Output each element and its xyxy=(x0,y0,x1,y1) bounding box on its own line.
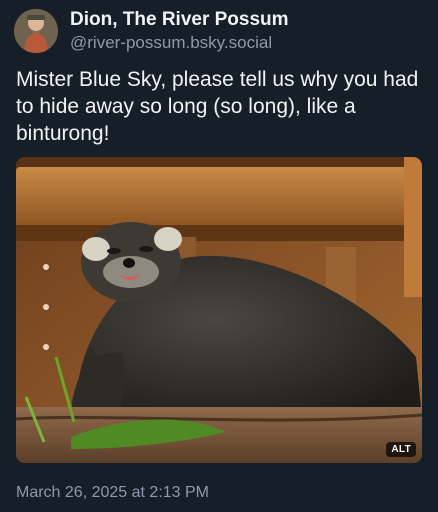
post-image[interactable]: ALT xyxy=(16,157,422,463)
author-handle[interactable]: @river-possum.bsky.social xyxy=(70,32,430,54)
avatar-photo-icon xyxy=(14,9,58,53)
post-card: Dion, The River Possum @river-possum.bsk… xyxy=(0,0,438,512)
post-timestamp[interactable]: March 26, 2025 at 2:13 PM xyxy=(16,483,209,503)
alt-text-badge[interactable]: ALT xyxy=(386,442,416,457)
binturong-photo xyxy=(16,157,422,463)
author-display-name[interactable]: Dion, The River Possum xyxy=(70,8,430,32)
author-avatar[interactable] xyxy=(14,9,58,53)
post-text: Mister Blue Sky, please tell us why you … xyxy=(16,68,419,145)
author-info: Dion, The River Possum @river-possum.bsk… xyxy=(70,8,430,54)
